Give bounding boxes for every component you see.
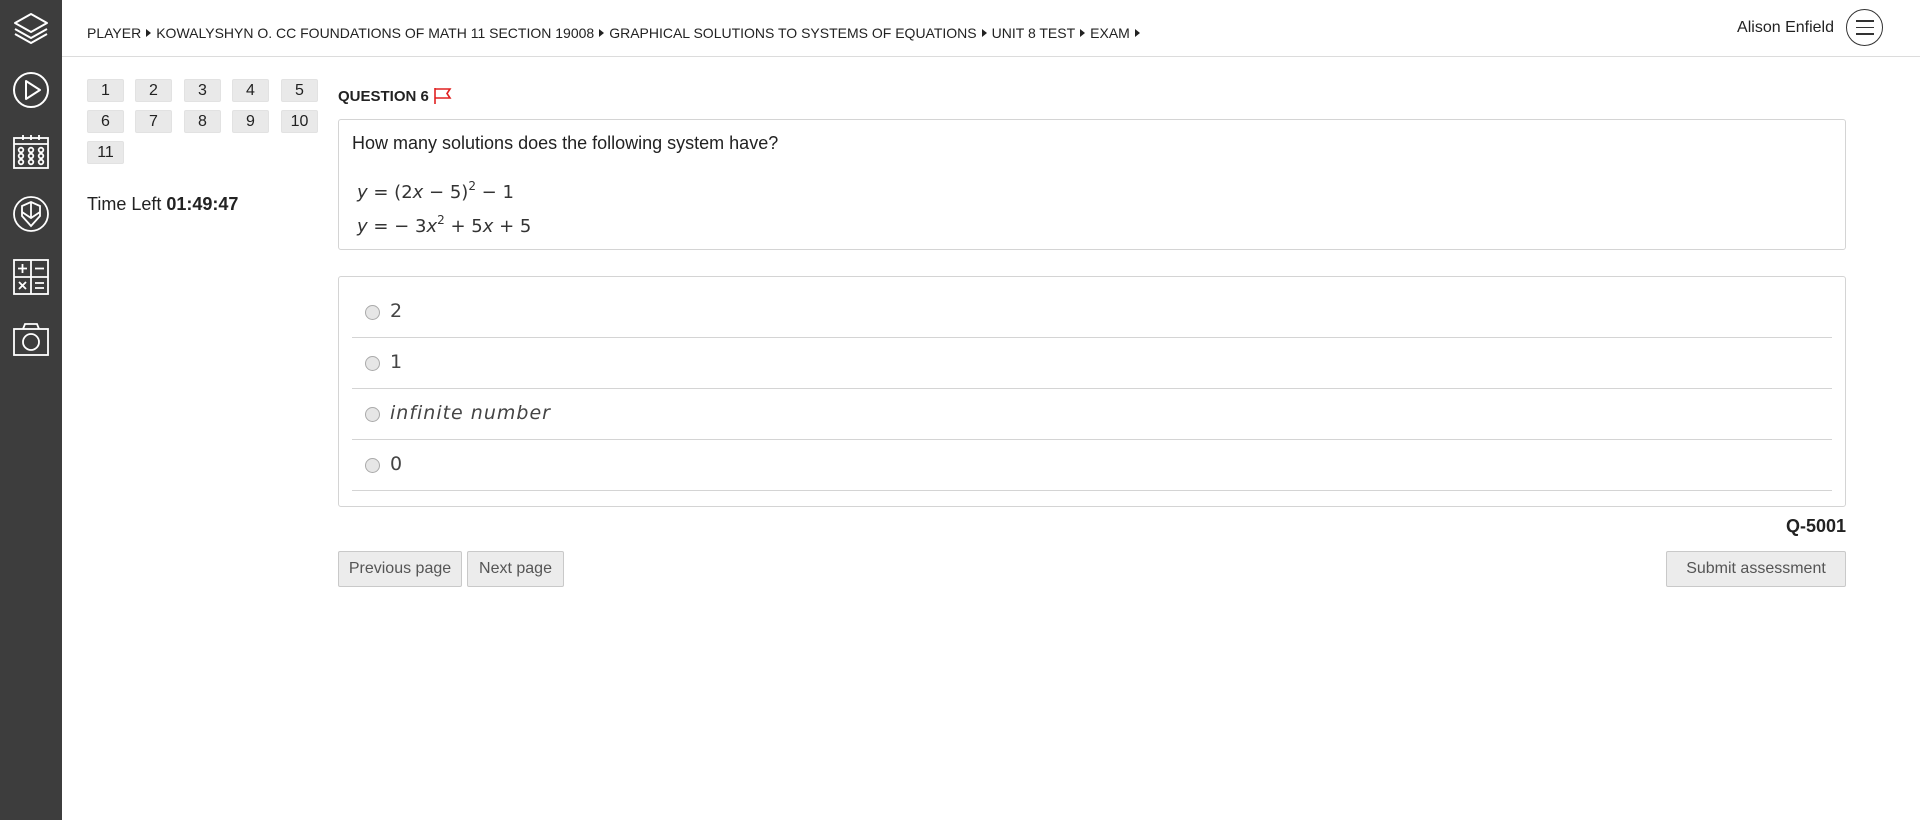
- breadcrumb-arrow-icon: [146, 29, 152, 37]
- time-left-value: 01:49:47: [166, 194, 239, 214]
- menu-icon[interactable]: [1846, 9, 1883, 46]
- answer-option-3[interactable]: infinite number: [352, 389, 1832, 440]
- answer-label: 0: [390, 453, 403, 475]
- flag-icon[interactable]: [433, 87, 453, 105]
- camera-icon[interactable]: [10, 319, 52, 361]
- answer-options: 2 1 infinite number 0: [338, 276, 1846, 507]
- equation-2: y = − 3x2 + 5x + 5: [357, 213, 532, 237]
- question-nav-5[interactable]: 5: [281, 79, 318, 102]
- question-id: Q-5001: [1785, 516, 1846, 536]
- breadcrumb-exam[interactable]: EXAM: [1090, 25, 1130, 41]
- top-bar: PLAYER KOWALYSHYN O. CC FOUNDATIONS OF M…: [62, 0, 1920, 57]
- breadcrumb-unit[interactable]: UNIT 8 TEST: [992, 25, 1076, 41]
- time-left: Time Left 01:49:47: [87, 194, 238, 215]
- equation-1: y = (2x − 5)2 − 1: [357, 179, 514, 203]
- layers-icon[interactable]: [10, 7, 52, 49]
- radio-button[interactable]: [365, 458, 380, 473]
- question-title: QUESTION 6: [338, 87, 453, 105]
- answer-option-2[interactable]: 1: [352, 338, 1832, 389]
- breadcrumb: PLAYER KOWALYSHYN O. CC FOUNDATIONS OF M…: [87, 25, 1145, 41]
- question-prompt: How many solutions does the following sy…: [352, 133, 779, 153]
- question-nav-7[interactable]: 7: [135, 110, 172, 133]
- radio-button[interactable]: [365, 356, 380, 371]
- question-nav-9[interactable]: 9: [232, 110, 269, 133]
- question-nav-2[interactable]: 2: [135, 79, 172, 102]
- question-box: How many solutions does the following sy…: [338, 119, 1846, 250]
- breadcrumb-course[interactable]: KOWALYSHYN O. CC FOUNDATIONS OF MATH 11 …: [156, 25, 594, 41]
- breadcrumb-arrow-icon: [1134, 29, 1140, 37]
- gradebook-icon[interactable]: [10, 193, 52, 235]
- question-number: QUESTION 6: [338, 87, 429, 105]
- user-name[interactable]: Alison Enfield: [1737, 19, 1834, 37]
- breadcrumb-lesson[interactable]: GRAPHICAL SOLUTIONS TO SYSTEMS OF EQUATI…: [609, 25, 976, 41]
- answer-option-4[interactable]: 0: [352, 440, 1832, 491]
- question-nav-6[interactable]: 6: [87, 110, 124, 133]
- question-nav-10[interactable]: 10: [281, 110, 318, 133]
- answer-option-1[interactable]: 2: [352, 287, 1832, 338]
- radio-button[interactable]: [365, 305, 380, 320]
- question-nav-11[interactable]: 11: [87, 141, 124, 164]
- breadcrumb-player[interactable]: PLAYER: [87, 25, 141, 41]
- next-page-button[interactable]: Next page: [467, 551, 564, 587]
- question-nav-3[interactable]: 3: [184, 79, 221, 102]
- answer-label: 2: [390, 300, 403, 322]
- submit-assessment-button[interactable]: Submit assessment: [1666, 551, 1846, 587]
- radio-button[interactable]: [365, 407, 380, 422]
- breadcrumb-arrow-icon: [599, 29, 605, 37]
- calendar-icon[interactable]: [10, 131, 52, 173]
- sidebar: [0, 0, 62, 820]
- answer-label: 1: [390, 351, 403, 373]
- question-nav-4[interactable]: 4: [232, 79, 269, 102]
- calculator-icon[interactable]: [10, 256, 52, 298]
- question-nav-1[interactable]: 1: [87, 79, 124, 102]
- time-left-label: Time Left: [87, 194, 162, 214]
- breadcrumb-arrow-icon: [1080, 29, 1086, 37]
- previous-page-button[interactable]: Previous page: [338, 551, 462, 587]
- breadcrumb-arrow-icon: [981, 29, 987, 37]
- play-icon[interactable]: [10, 69, 52, 111]
- answer-label: infinite number: [390, 402, 551, 424]
- question-nav-8[interactable]: 8: [184, 110, 221, 133]
